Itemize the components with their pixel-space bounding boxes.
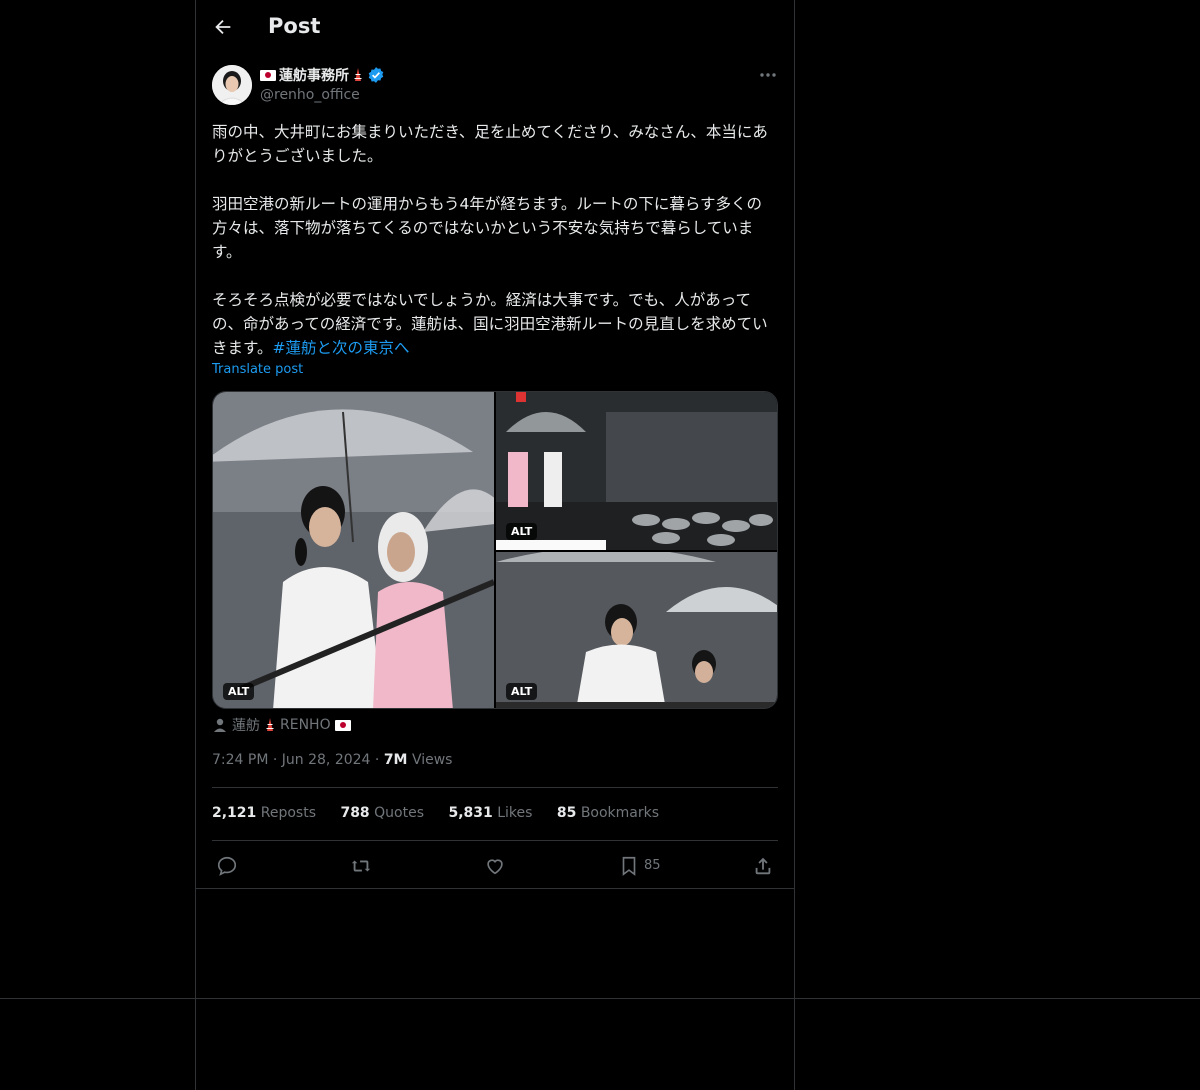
media-grid: ALT ALT ALT [212, 391, 778, 709]
bookmarks-stat[interactable]: 85 Bookmarks [557, 805, 659, 821]
alt-badge[interactable]: ALT [223, 683, 255, 700]
person-icon [214, 718, 226, 732]
avatar[interactable] [212, 65, 252, 105]
post-date[interactable]: Jun 28, 2024 [282, 752, 371, 768]
column-border-left [195, 0, 196, 1090]
views-label: Views [411, 752, 453, 768]
japan-flag-icon [260, 69, 276, 81]
more-icon[interactable] [758, 66, 778, 84]
divider [212, 787, 778, 788]
back-arrow-icon[interactable] [212, 16, 234, 38]
page-title: Post [268, 14, 321, 38]
tagged-user-suffix: RENHO [280, 717, 331, 733]
photo-3[interactable]: ALT [496, 552, 777, 708]
hashtag-link[interactable]: #蓮舫と次の東京へ [272, 339, 409, 357]
alt-badge[interactable]: ALT [506, 683, 538, 700]
likes-stat[interactable]: 5,831 Likes [448, 805, 532, 821]
author-display-name: 蓮舫事務所 [279, 68, 349, 84]
author-name[interactable]: 蓮舫事務所 [260, 65, 385, 85]
views-count: 7M [383, 752, 408, 768]
post-text: 雨の中、大井町にお集まりいただき、足を止めてくださり、みなさん、本当にありがとう… [212, 120, 778, 360]
verified-badge-icon [368, 67, 384, 83]
reposts-stat[interactable]: 2,121 Reposts [212, 805, 316, 821]
photo-1[interactable]: ALT [213, 392, 494, 708]
quotes-stat[interactable]: 788 Quotes [340, 805, 424, 821]
reply-icon[interactable] [216, 855, 238, 877]
post-paragraph: 雨の中、大井町にお集まりいただき、足を止めてくださり、みなさん、本当にありがとう… [212, 123, 768, 165]
tagged-user[interactable]: 蓮舫 RENHO [212, 715, 351, 735]
bookmark-count: 85 [644, 858, 661, 873]
post-time[interactable]: 7:24 PM [212, 752, 268, 768]
japan-flag-icon [334, 719, 351, 731]
divider [195, 888, 795, 889]
post-paragraph: 羽田空港の新ルートの運用からもう4年が経ちます。ルートの下に暮らす多くの方々は、… [212, 195, 763, 261]
tagged-user-name: 蓮舫 [232, 718, 260, 734]
author-handle[interactable]: @renho_office [260, 87, 360, 103]
divider [212, 840, 778, 841]
column-border-right [794, 0, 795, 1090]
photo-2[interactable]: ALT [496, 392, 777, 550]
tokyo-tower-icon [266, 718, 274, 731]
alt-badge[interactable]: ALT [506, 523, 538, 540]
post-stats: 2,121 Reposts 788 Quotes 5,831 Likes 85 … [212, 805, 679, 821]
translate-post-link[interactable]: Translate post [212, 362, 303, 377]
page-divider [0, 998, 1200, 999]
like-icon[interactable] [484, 855, 506, 877]
repost-icon[interactable] [350, 855, 372, 877]
bookmark-icon[interactable] [618, 855, 640, 877]
tokyo-tower-icon [354, 68, 362, 81]
post-meta: 7:24 PM · Jun 28, 2024 · 7M Views [212, 752, 453, 768]
share-icon[interactable] [752, 855, 774, 877]
